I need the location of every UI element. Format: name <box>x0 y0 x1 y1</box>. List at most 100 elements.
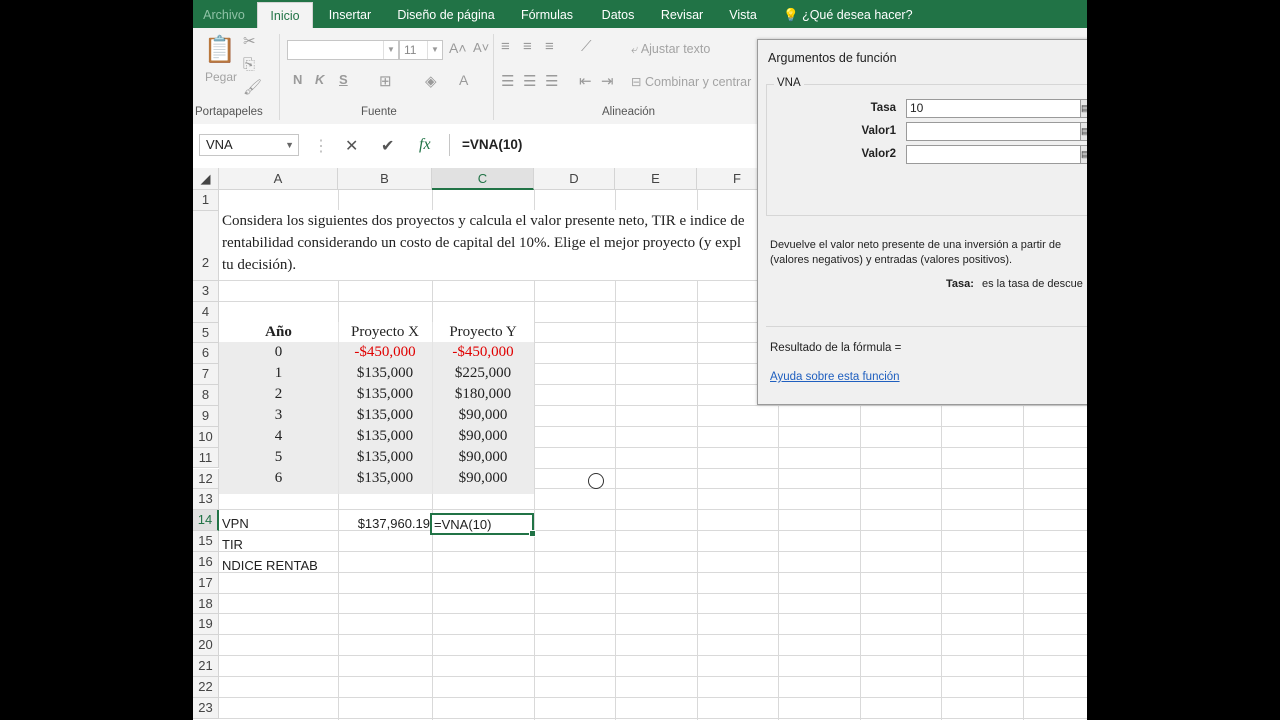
help-link[interactable]: Ayuda sobre esta función <box>770 371 900 383</box>
table-cell[interactable]: $90,000 <box>432 428 534 445</box>
table-cell[interactable]: 5 <box>219 449 338 466</box>
table-cell[interactable]: $90,000 <box>432 407 534 424</box>
table-cell[interactable]: -$450,000 <box>338 344 432 361</box>
font-size-combo[interactable]: 11 ▼ <box>399 40 443 60</box>
tab-vista[interactable]: Vista <box>721 0 765 28</box>
wrap-text-button[interactable]: ⤶ Ajustar texto <box>631 42 710 57</box>
align-right-icon[interactable]: ☰ <box>545 72 558 90</box>
row-header-5[interactable]: 5 <box>193 322 219 344</box>
collapse-dialog-icon[interactable]: ▤ <box>1080 146 1087 163</box>
table-cell[interactable]: 1 <box>219 365 338 382</box>
shrink-font-icon[interactable]: A˅ <box>473 40 489 55</box>
row-header-19[interactable]: 19 <box>193 614 219 636</box>
row-header-21[interactable]: 21 <box>193 656 219 677</box>
tab-insertar[interactable]: Insertar <box>321 0 379 28</box>
tab-datos[interactable]: Datos <box>593 0 643 28</box>
select-all-corner[interactable]: ◢ <box>193 168 219 190</box>
tab-revisar[interactable]: Revisar <box>653 0 711 28</box>
row-header-6[interactable]: 6 <box>193 343 219 365</box>
enter-icon[interactable]: ✔ <box>381 136 394 156</box>
table-cell[interactable]: 2 <box>219 386 338 403</box>
row-header-15[interactable]: 15 <box>193 531 219 552</box>
vpn-label[interactable]: VPN <box>222 516 249 531</box>
arg-input-tasa[interactable]: 10 <box>906 99 1087 118</box>
function-arguments-dialog[interactable]: Argumentos de función VNA Tasa 10 ▤ Valo… <box>757 39 1087 405</box>
table-cell[interactable]: $135,000 <box>338 386 432 403</box>
underline-button[interactable]: S <box>339 72 348 87</box>
indice-label[interactable]: NDICE RENTAB <box>222 558 318 573</box>
cancel-icon[interactable]: ✕ <box>345 136 358 156</box>
table-cell[interactable]: $135,000 <box>338 428 432 445</box>
column-header-d[interactable]: D <box>534 168 615 190</box>
table-cell[interactable]: $135,000 <box>338 407 432 424</box>
row-header-11[interactable]: 11 <box>193 447 219 469</box>
increase-indent-icon[interactable]: ⇥ <box>601 72 614 90</box>
arg-input-valor2[interactable] <box>906 145 1087 164</box>
copy-icon[interactable]: ⎘ <box>243 56 255 73</box>
row-header-23[interactable]: 23 <box>193 697 219 719</box>
row-header-2[interactable]: 2 <box>193 210 219 281</box>
grow-font-icon[interactable]: A˄ <box>449 40 467 56</box>
paste-button[interactable]: Pegar <box>205 70 237 84</box>
column-header-a[interactable]: A <box>219 168 338 190</box>
italic-button[interactable]: K <box>315 72 324 87</box>
table-cell[interactable]: $90,000 <box>432 449 534 466</box>
table-cell[interactable]: $135,000 <box>338 470 432 487</box>
table-cell[interactable]: $180,000 <box>432 386 534 403</box>
align-bottom-icon[interactable]: ≡ <box>545 38 554 55</box>
fill-color-icon[interactable]: ◈ <box>425 72 437 90</box>
column-header-c[interactable]: C <box>432 168 534 190</box>
tell-me-box[interactable]: 💡 ¿Qué desea hacer? <box>783 0 933 28</box>
cut-icon[interactable]: ✂ <box>243 32 256 50</box>
align-middle-icon[interactable]: ≡ <box>523 38 532 55</box>
collapse-dialog-icon[interactable]: ▤ <box>1080 100 1087 117</box>
table-cell[interactable]: 3 <box>219 407 338 424</box>
tab-archivo[interactable]: Archivo <box>199 0 249 28</box>
table-cell[interactable]: $135,000 <box>338 449 432 466</box>
row-header-7[interactable]: 7 <box>193 364 219 386</box>
row-header-4[interactable]: 4 <box>193 301 219 323</box>
decrease-indent-icon[interactable]: ⇤ <box>579 72 592 90</box>
active-cell-c14[interactable]: =VNA(10) <box>430 513 536 537</box>
bold-button[interactable]: N <box>293 72 302 87</box>
tab-inicio[interactable]: Inicio <box>257 2 313 29</box>
column-header-b[interactable]: B <box>338 168 432 190</box>
row-header-10[interactable]: 10 <box>193 426 219 448</box>
row-header-13[interactable]: 13 <box>193 489 219 511</box>
row-header-18[interactable]: 18 <box>193 593 219 615</box>
borders-icon[interactable]: ⊞ <box>379 72 392 90</box>
tir-label[interactable]: TIR <box>222 537 243 552</box>
align-left-icon[interactable]: ☰ <box>501 72 514 90</box>
tab-diseno-pagina[interactable]: Diseño de página <box>391 0 501 28</box>
font-name-combo[interactable]: ▼ <box>287 40 399 60</box>
table-cell[interactable]: 0 <box>219 344 338 361</box>
fill-handle[interactable] <box>529 530 536 537</box>
table-cell[interactable]: $90,000 <box>432 470 534 487</box>
align-top-icon[interactable]: ≡ <box>501 38 510 55</box>
align-center-icon[interactable]: ☰ <box>523 72 536 90</box>
row-header-3[interactable]: 3 <box>193 280 219 302</box>
row-header-20[interactable]: 20 <box>193 635 219 657</box>
tab-formulas[interactable]: Fórmulas <box>511 0 583 28</box>
collapse-dialog-icon[interactable]: ▤ <box>1080 123 1087 140</box>
row-header-12[interactable]: 12 <box>193 468 219 490</box>
table-cell[interactable]: $225,000 <box>432 365 534 382</box>
row-header-9[interactable]: 9 <box>193 405 219 427</box>
table-cell[interactable]: 6 <box>219 470 338 487</box>
row-header-16[interactable]: 16 <box>193 551 219 573</box>
table-cell[interactable]: -$450,000 <box>432 344 534 361</box>
row-header-1[interactable]: 1 <box>193 190 219 211</box>
font-color-icon[interactable]: A <box>459 72 468 88</box>
format-painter-icon[interactable]: 🖌 <box>243 78 262 96</box>
name-box[interactable]: VNA ▼ <box>199 134 299 156</box>
merge-center-button[interactable]: ⊟ Combinar y centrar <box>631 74 751 89</box>
row-header-17[interactable]: 17 <box>193 572 219 594</box>
table-cell[interactable]: $135,000 <box>338 365 432 382</box>
table-cell[interactable]: 4 <box>219 428 338 445</box>
vpn-value[interactable]: $137,960.19 <box>338 516 430 531</box>
insert-function-icon[interactable]: fx <box>419 136 431 154</box>
row-header-8[interactable]: 8 <box>193 385 219 406</box>
column-header-e[interactable]: E <box>615 168 697 190</box>
orientation-icon[interactable]: ⟋ <box>581 38 592 55</box>
clipboard-icon[interactable]: 📋 <box>203 34 237 68</box>
